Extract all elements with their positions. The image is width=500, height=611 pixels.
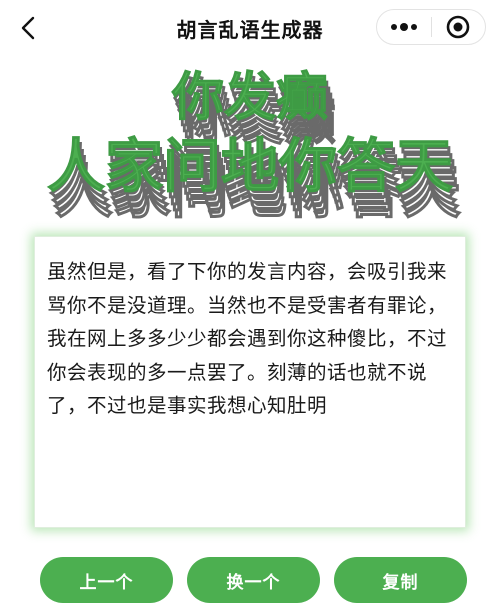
page: 胡言乱语生成器 你发癫 你发癫 你发癫 你发癫 你发癫 人家问地你答天 人家问地… bbox=[0, 0, 500, 611]
navigation-bar: 胡言乱语生成器 bbox=[0, 0, 500, 56]
mini-program-capsule bbox=[376, 9, 486, 45]
heading-line-2: 人家问地你答天 人家问地你答天 人家问地你答天 人家问地你答天 人家问地你答天 bbox=[0, 137, 500, 222]
more-button[interactable] bbox=[377, 10, 431, 44]
close-mini-program-button[interactable] bbox=[431, 10, 485, 44]
generated-text: 虽然但是，看了下你的发言内容，会吸引我来骂你不是没道理。当然也不是受害者有罪论，… bbox=[47, 260, 448, 417]
previous-button[interactable]: 上一个 bbox=[40, 557, 173, 603]
heading-line-1: 你发癫 你发癫 你发癫 你发癫 你发癫 bbox=[0, 72, 500, 149]
heading-text-2: 人家问地你答天 bbox=[46, 132, 453, 200]
next-button[interactable]: 换一个 bbox=[187, 557, 320, 603]
target-close-icon bbox=[446, 15, 470, 39]
heading-text-1: 你发癫 bbox=[171, 68, 328, 128]
copy-button[interactable]: 复制 bbox=[334, 557, 467, 603]
generated-text-card: 虽然但是，看了下你的发言内容，会吸引我来骂你不是没道理。当然也不是受害者有罪论，… bbox=[34, 236, 466, 528]
more-dots-icon bbox=[390, 23, 417, 31]
